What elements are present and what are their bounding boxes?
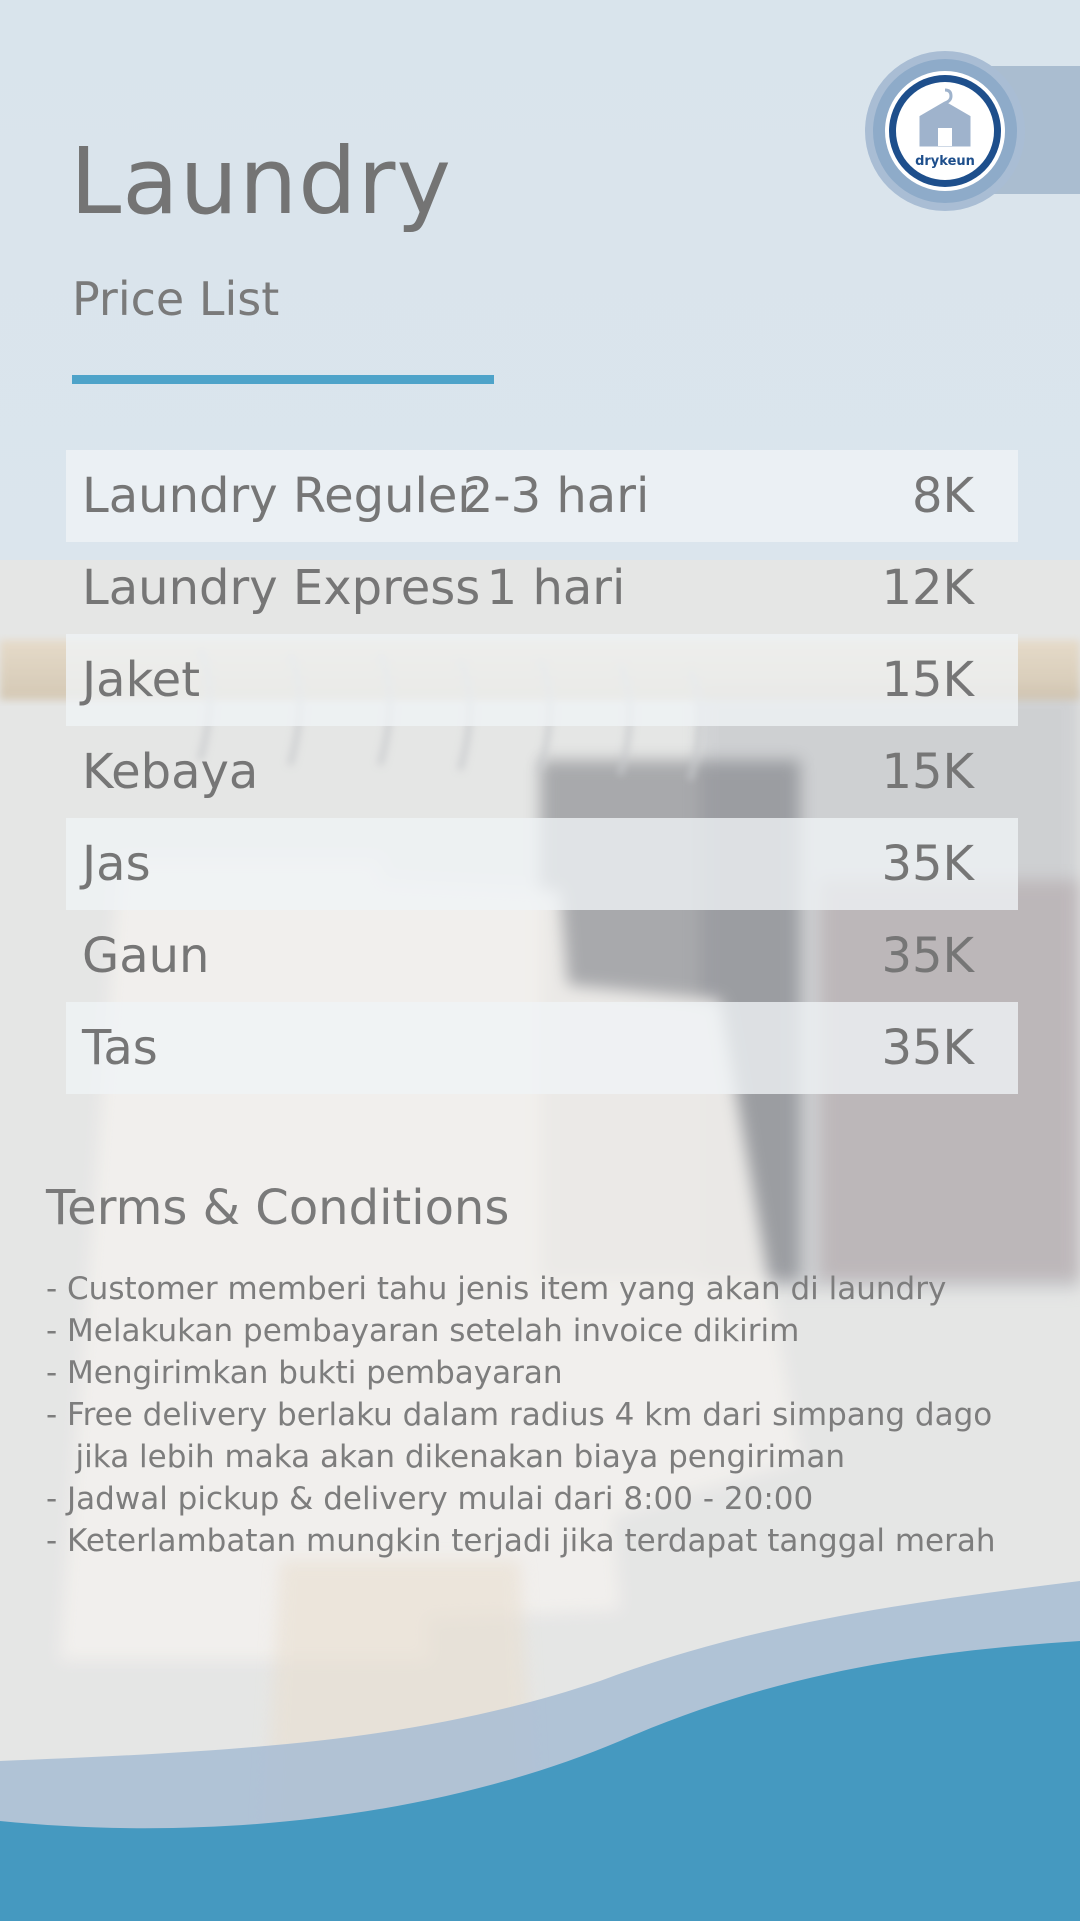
service-name: Laundry Reguler (82, 468, 478, 524)
service-name: Laundry Express (82, 560, 481, 616)
terms-item: - Free delivery berlaku dalam radius 4 k… (46, 1397, 993, 1433)
bottom-wave (0, 1581, 1080, 1921)
brand-logo: drykeun (865, 51, 1025, 211)
price-row: Gaun 35K (66, 910, 1018, 1002)
page-subtitle: Price List (72, 272, 280, 326)
service-name: Kebaya (82, 744, 259, 800)
price-row: Jas 35K (66, 818, 1018, 910)
terms-list: - Customer memberi tahu jenis item yang … (46, 1268, 1066, 1562)
service-duration: 1 hari (486, 560, 626, 616)
logo-text: drykeun (915, 154, 975, 169)
price-row: Laundry Express 1 hari 12K (66, 542, 1018, 634)
price-table: Laundry Reguler 2-3 hari 8K Laundry Expr… (66, 450, 1018, 1094)
service-name: Tas (82, 1020, 158, 1076)
terms-item: - Keterlambatan mungkin terjadi jika ter… (46, 1523, 996, 1559)
terms-item: jika lebih maka akan dikenakan biaya pen… (46, 1439, 846, 1475)
service-name: Jas (82, 836, 151, 892)
service-name: Gaun (82, 928, 210, 984)
service-price: 35K (881, 928, 974, 984)
price-row: Laundry Reguler 2-3 hari 8K (66, 450, 1018, 542)
service-price: 15K (881, 652, 974, 708)
terms-item: - Mengirimkan bukti pembayaran (46, 1355, 563, 1391)
terms-item: - Customer memberi tahu jenis item yang … (46, 1271, 947, 1307)
terms-item: - Jadwal pickup & delivery mulai dari 8:… (46, 1481, 814, 1517)
page-title: Laundry (70, 128, 452, 235)
service-price: 12K (881, 560, 974, 616)
service-duration: 2-3 hari (462, 468, 650, 524)
terms-title: Terms & Conditions (46, 1180, 510, 1236)
service-name: Jaket (82, 652, 201, 708)
terms-item: - Melakukan pembayaran setelah invoice d… (46, 1313, 800, 1349)
service-price: 35K (881, 836, 974, 892)
service-price: 35K (881, 1020, 974, 1076)
price-row: Tas 35K (66, 1002, 1018, 1094)
price-row: Jaket 15K (66, 634, 1018, 726)
service-price: 15K (881, 744, 974, 800)
price-row: Kebaya 15K (66, 726, 1018, 818)
service-price: 8K (911, 468, 974, 524)
title-underline (72, 375, 494, 384)
price-list-page: drykeun Laundry Price List Laundry Regul… (0, 0, 1080, 1921)
